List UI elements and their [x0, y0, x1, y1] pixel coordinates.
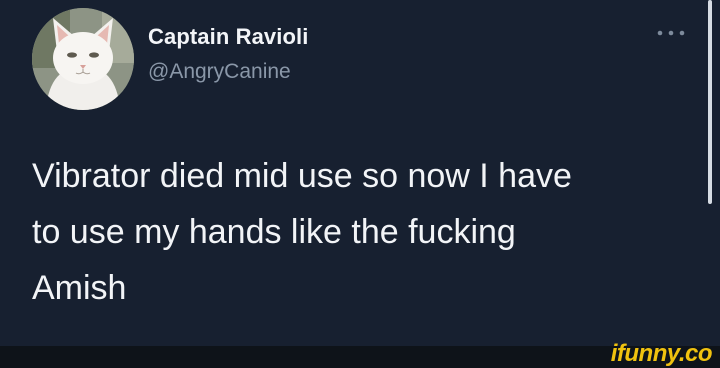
white-cat-avatar-icon: [32, 8, 134, 110]
user-handle[interactable]: @AngryCanine: [148, 60, 291, 84]
tweet-text: Vibrator died mid use so now I have to u…: [32, 157, 572, 307]
tweet-card: Captain Ravioli @AngryCanine Vibrator di…: [0, 0, 720, 346]
scrollbar[interactable]: [708, 0, 712, 204]
more-options-icon: [657, 30, 685, 36]
page: Captain Ravioli @AngryCanine Vibrator di…: [0, 0, 720, 368]
ifunny-watermark: ifunny.co: [610, 340, 713, 367]
more-options-button[interactable]: [654, 22, 688, 44]
avatar[interactable]: [32, 8, 134, 110]
display-name[interactable]: Captain Ravioli: [148, 24, 308, 50]
